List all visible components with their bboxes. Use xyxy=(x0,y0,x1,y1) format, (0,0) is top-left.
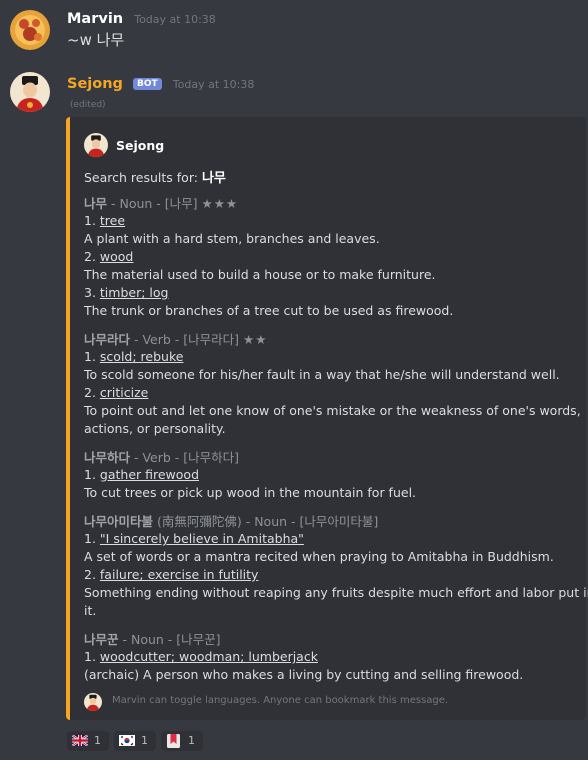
sense-number: 1. xyxy=(84,467,100,482)
sense: 1. tree xyxy=(84,213,125,228)
sense-definition: A set of words or a mantra recited when … xyxy=(84,549,554,564)
timestamp: Today at 10:38 xyxy=(172,78,255,91)
search-summary: Search results for: 나무 xyxy=(84,167,226,186)
entry-meta: - Noun - [나무꾼] xyxy=(118,632,221,647)
entry-header: 나무꾼 - Noun - [나무꾼] xyxy=(84,629,221,648)
sense: 1. gather firewood xyxy=(84,467,199,482)
sense-definition: To scold someone for his/her fault in a … xyxy=(84,367,560,382)
footer-text: Marvin can toggle languages. Anyone can … xyxy=(112,695,449,706)
sense-definition: The material used to build a house or to… xyxy=(84,267,436,282)
edited-marker: (edited) xyxy=(70,100,106,110)
embed-author-avatar xyxy=(84,133,108,157)
footer-avatar xyxy=(84,693,102,711)
entry-header: 나무 - Noun - [나무] ★★★ xyxy=(84,193,238,212)
sense-number: 1. xyxy=(84,531,100,546)
sense-link[interactable]: timber; log xyxy=(100,285,169,300)
entry-word: 나무아미타불 xyxy=(84,514,154,529)
sense-number: 1. xyxy=(84,349,100,364)
sense-link[interactable]: scold; rebuke xyxy=(100,349,184,364)
sense-link[interactable]: criticize xyxy=(100,385,148,400)
entry-header: 나무아미타불 (南無阿彌陀佛) - Noun - [나무아미타불] xyxy=(84,511,378,530)
embed-footer: Marvin can toggle languages. Anyone can … xyxy=(84,693,564,711)
star-rating: ★★★ xyxy=(201,196,239,211)
sense-link[interactable]: woodcutter; woodman; lumberjack xyxy=(100,649,318,664)
sense-link[interactable]: gather firewood xyxy=(100,467,199,482)
entry-word: 나무라다 xyxy=(84,332,131,347)
search-term: 나무 xyxy=(201,171,226,186)
uk-flag-icon xyxy=(71,734,89,747)
reaction-uk-flag[interactable]: 1 xyxy=(67,731,109,751)
sense-number: 2. xyxy=(84,385,100,400)
sense: 3. timber; log xyxy=(84,285,168,300)
entry-word: 나무하다 xyxy=(84,450,131,465)
message-marvin: Marvin Today at 10:38 ~w 나무 xyxy=(0,0,588,60)
sense: 1. woodcutter; woodman; lumberjack xyxy=(84,649,318,664)
reaction-count: 1 xyxy=(188,734,195,747)
reaction-bookmark[interactable]: 1 xyxy=(161,731,203,751)
entry-meta: - Verb - [나무라다] xyxy=(130,332,244,347)
author-name[interactable]: Marvin xyxy=(67,11,123,27)
sense: 2. criticize xyxy=(84,385,148,400)
entry-word: 나무 xyxy=(84,196,108,211)
embed: Sejong Search results for: 나무 나무 - Noun … xyxy=(66,117,588,720)
sense-definition: actions, or personality. xyxy=(84,421,226,436)
sense-number: 3. xyxy=(84,285,100,300)
embed-author-name: Sejong xyxy=(116,138,165,153)
avatar-marvin[interactable] xyxy=(10,10,50,50)
bot-badge: BOT xyxy=(133,78,162,90)
avatar-sejong[interactable] xyxy=(10,72,50,112)
reaction-count: 1 xyxy=(94,734,101,747)
author-name[interactable]: Sejong xyxy=(67,76,123,92)
sense: 2. failure; exercise in futility xyxy=(84,567,258,582)
sense-link[interactable]: "I sincerely believe in Amitabha" xyxy=(100,531,304,546)
reaction-count: 1 xyxy=(141,734,148,747)
bookmark-icon xyxy=(167,734,183,748)
entry-header: 나무하다 - Verb - [나무하다] xyxy=(84,447,239,466)
sense-link[interactable]: failure; exercise in futility xyxy=(100,567,259,582)
sense-number: 2. xyxy=(84,567,100,582)
reaction-kr-flag[interactable]: 1 xyxy=(114,731,156,751)
sense: 1. scold; rebuke xyxy=(84,349,183,364)
sense-definition: The trunk or branches of a tree cut to b… xyxy=(84,303,454,318)
sense-number: 1. xyxy=(84,649,100,664)
sense-link[interactable]: wood xyxy=(100,249,133,264)
sense-definition: A plant with a hard stem, branches and l… xyxy=(84,231,380,246)
sense: 2. wood xyxy=(84,249,133,264)
search-prefix: Search results for: xyxy=(84,170,198,185)
entry-meta: - Verb - [나무하다] xyxy=(130,450,240,465)
star-rating: ★★ xyxy=(243,332,268,347)
entry-meta: (南無阿彌陀佛) - Noun - [나무아미타불] xyxy=(153,514,379,529)
sense-number: 2. xyxy=(84,249,100,264)
message-content: ~w 나무 xyxy=(67,31,125,49)
entry-word: 나무꾼 xyxy=(84,632,119,647)
sense-definition: it. xyxy=(84,603,97,618)
sense-link[interactable]: tree xyxy=(100,213,125,228)
sense-definition: (archaic) A person who makes a living by… xyxy=(84,667,524,682)
entry-header: 나무라다 - Verb - [나무라다] ★★ xyxy=(84,329,267,348)
sense-definition: Something ending without reaping any fru… xyxy=(84,585,588,600)
sense: 1. "I sincerely believe in Amitabha" xyxy=(84,531,304,546)
sense-number: 1. xyxy=(84,213,100,228)
sense-definition: To point out and let one know of one's m… xyxy=(84,403,581,418)
sense-definition: To cut trees or pick up wood in the moun… xyxy=(84,485,417,500)
entry-meta: - Noun - [나무] xyxy=(107,196,202,211)
timestamp: Today at 10:38 xyxy=(134,13,216,26)
kr-flag-icon xyxy=(119,735,135,746)
